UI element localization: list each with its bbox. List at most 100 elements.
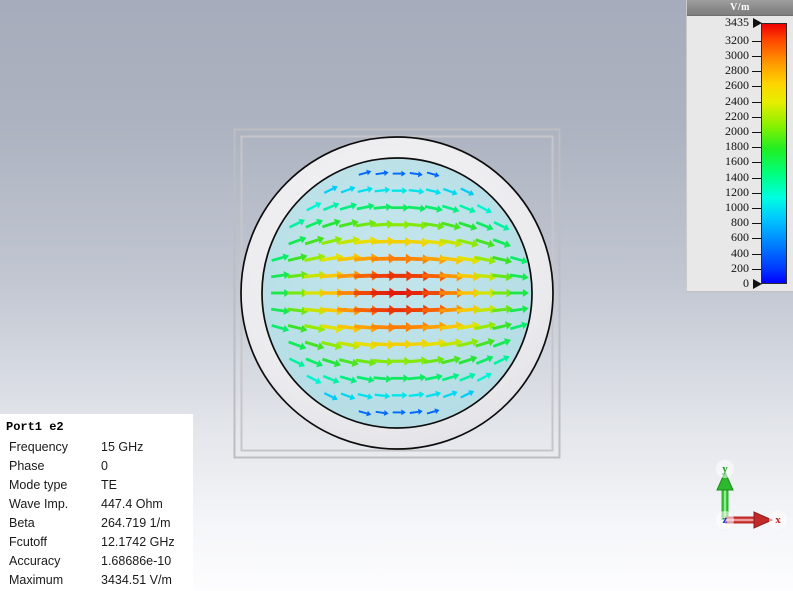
field-arrow-shaft (405, 239, 423, 245)
info-row: Beta 264.719 1/m (0, 514, 193, 533)
field-arrow-shaft (371, 256, 389, 262)
legend-tick-label: 1400 (725, 169, 749, 184)
field-arrow-shaft (354, 341, 372, 347)
legend-tick: 2600 (687, 78, 761, 92)
info-panel-title: Port1 e2 (6, 420, 64, 434)
field-arrow-shaft (354, 256, 372, 262)
legend-tick-mark (752, 253, 761, 255)
info-row-value: 264.719 1/m (101, 516, 171, 530)
info-row-value: 3434.51 V/m (101, 573, 172, 587)
field-arrow-shaft (320, 307, 338, 313)
z-axis-label: z (716, 511, 734, 529)
info-row: Mode type TE (0, 476, 193, 495)
legend-tick-mark (752, 208, 761, 210)
legend-tick: 2000 (687, 124, 761, 138)
info-row-key: Phase (9, 459, 45, 473)
field-arrow-shaft (287, 307, 302, 313)
info-row: Maximum 3434.51 V/m (0, 571, 193, 590)
y-axis-label: y (716, 460, 734, 478)
legend-tick-label: 400 (731, 245, 749, 260)
info-row-key: Frequency (9, 440, 69, 454)
info-row-key: Maximum (9, 573, 64, 587)
field-arrow-shaft (422, 239, 440, 245)
field-arrow-shaft (372, 359, 388, 364)
legend-tick-mark (752, 86, 761, 88)
field-arrow-shaft (439, 324, 457, 330)
legend-tick-label: 2600 (725, 78, 749, 93)
field-arrow-shaft (422, 341, 440, 347)
legend-tick: 1000 (687, 200, 761, 214)
legend-tick-label: 600 (731, 230, 749, 245)
legend-max-marker-icon[interactable] (753, 18, 762, 28)
field-arrow-shaft (270, 273, 285, 279)
legend-tick-mark (752, 116, 761, 118)
field-arrow-shaft (353, 307, 373, 313)
field-arrow-shaft (409, 410, 419, 414)
legend-tick: 3435 (687, 15, 762, 29)
info-row-value: 15 GHz (101, 440, 144, 454)
field-arrow-shaft (509, 307, 524, 313)
field-arrow-shaft (406, 359, 422, 364)
legend-min-marker-icon[interactable] (753, 279, 762, 289)
field-arrow-shaft (509, 273, 524, 279)
field-arrow-shaft (354, 239, 372, 245)
field-arrow-shaft (374, 188, 386, 193)
field-arrow-shaft (492, 307, 507, 313)
legend-tick: 600 (687, 230, 761, 244)
field-arrow-shaft (371, 341, 389, 347)
legend-tick: 3200 (687, 33, 761, 47)
field-arrow-shaft (337, 324, 355, 330)
legend-tick-mark (752, 71, 761, 73)
legend-tick: 200 (687, 261, 761, 275)
info-row: Wave Imp. 447.4 Ohm (0, 495, 193, 514)
field-arrow-shaft (372, 222, 388, 227)
axis-orientation-triad[interactable]: y z x (700, 452, 790, 538)
legend-tick-label: 3435 (725, 15, 749, 29)
field-arrow-shaft (371, 239, 389, 245)
info-row-key: Mode type (9, 478, 68, 492)
field-arrow-shaft (405, 324, 423, 330)
legend-tick-mark (752, 40, 761, 42)
field-arrow-shaft (408, 393, 420, 398)
legend-tick-label: 0 (743, 276, 749, 290)
legend-tick: 2400 (687, 94, 761, 108)
field-arrow-shaft (374, 393, 386, 398)
field-arrow-shaft (270, 307, 285, 313)
field-arrow-shaft (474, 307, 491, 313)
color-legend-panel[interactable]: V/m 3435 3200 3000 2800 2600 2400 2200 2000 1800… (686, 0, 793, 292)
field-arrow-shaft (375, 410, 385, 414)
info-row: Fcutoff 12.1742 GHz (0, 533, 193, 552)
legend-tick-mark (752, 192, 761, 194)
info-row: Accuracy 1.68686e-10 (0, 552, 193, 571)
legend-tick: 400 (687, 246, 761, 260)
legend-tick-label: 1800 (725, 139, 749, 154)
x-axis-label: x (769, 511, 787, 529)
legend-tick-mark (752, 223, 761, 225)
legend-tick: 3000 (687, 48, 761, 62)
legend-tick-mark (752, 132, 761, 134)
field-monitor-viewport: V/m 3435 3200 3000 2800 2600 2400 2200 2000 1800… (0, 0, 793, 591)
color-scale-bar (761, 23, 787, 284)
field-arrow-shaft (354, 324, 372, 330)
field-arrow-shaft (287, 273, 302, 279)
legend-tick-label: 3000 (725, 48, 749, 63)
field-arrow-shaft (371, 324, 389, 330)
info-row-key: Fcutoff (9, 535, 47, 549)
field-arrow-shaft (439, 307, 458, 313)
legend-tick-label: 2800 (725, 63, 749, 78)
field-arrow-shaft (456, 307, 474, 313)
legend-tick-label: 200 (731, 260, 749, 275)
info-row-key: Accuracy (9, 554, 61, 568)
legend-tick-mark (752, 147, 761, 149)
field-arrow-shaft (409, 172, 419, 176)
field-arrow-shaft (337, 256, 355, 262)
legend-tick-label: 1600 (725, 154, 749, 169)
legend-tick-label: 2200 (725, 108, 749, 123)
field-arrow-shaft (353, 273, 373, 279)
field-arrow-shaft (406, 222, 422, 227)
field-arrow-shaft (407, 205, 421, 210)
field-arrow-shaft (303, 273, 320, 279)
info-row-key: Beta (9, 516, 35, 530)
info-row-value: 447.4 Ohm (101, 497, 163, 511)
field-arrow-shaft (492, 273, 507, 279)
